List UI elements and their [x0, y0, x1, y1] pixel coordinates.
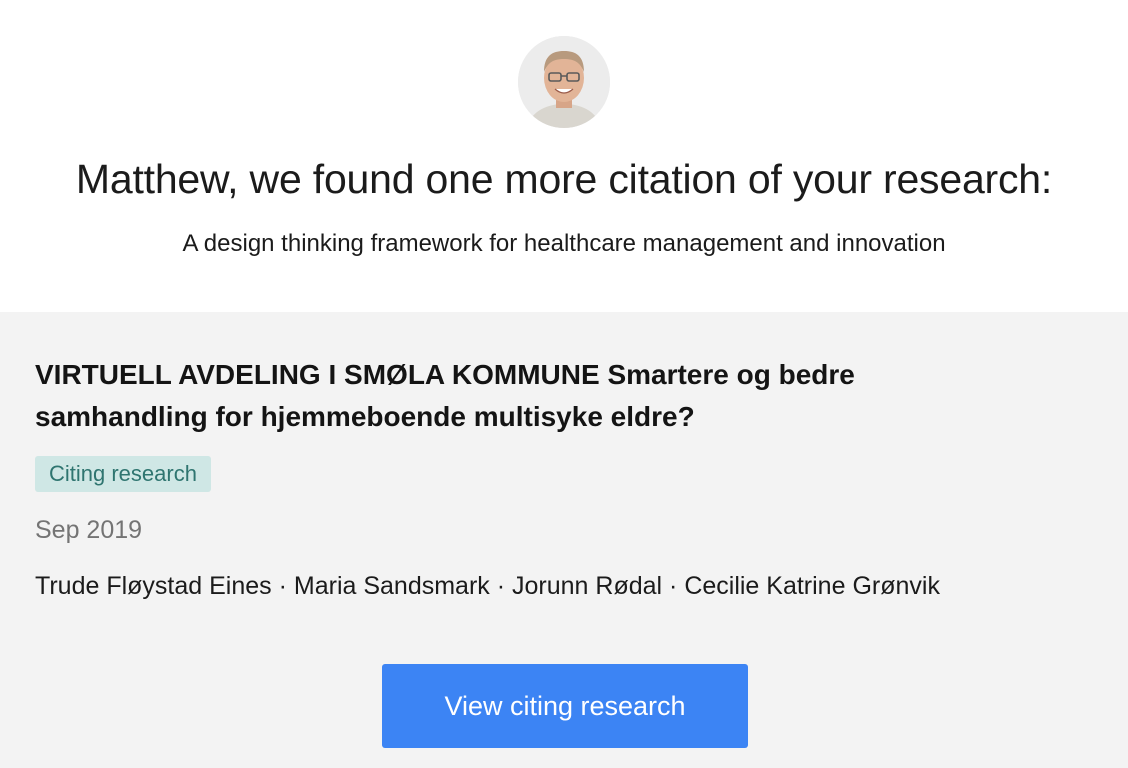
author-list: Trude Fløystad Eines · Maria Sandsmark ·… [35, 569, 940, 603]
author-separator: · [489, 572, 513, 600]
author-separator: · [271, 572, 294, 600]
notification-headline: Matthew, we found one more citation of y… [75, 156, 1053, 202]
author-name[interactable]: Cecilie Katrine Grønvik [684, 572, 940, 600]
publication-date: Sep 2019 [35, 516, 143, 544]
citing-research-card: VIRTUELL AVDELING I SMØLA KOMMUNE Smarte… [0, 312, 1128, 768]
cited-paper-title[interactable]: A design thinking framework for healthca… [0, 227, 1128, 261]
author-name[interactable]: Jorunn Rødal [512, 572, 662, 600]
email-notification: Matthew, we found one more citation of y… [0, 0, 1128, 768]
author-name[interactable]: Maria Sandsmark [294, 572, 490, 600]
notification-header: Matthew, we found one more citation of y… [0, 0, 1128, 312]
author-name[interactable]: Trude Fløystad Eines [35, 572, 272, 600]
citing-research-badge: Citing research [35, 456, 211, 492]
profile-photo [518, 36, 610, 128]
citing-research-title[interactable]: VIRTUELL AVDELING I SMØLA KOMMUNE Smarte… [35, 354, 975, 438]
author-separator: · [662, 572, 685, 600]
view-citing-research-button[interactable]: View citing research [382, 664, 748, 748]
avatar [518, 36, 610, 128]
